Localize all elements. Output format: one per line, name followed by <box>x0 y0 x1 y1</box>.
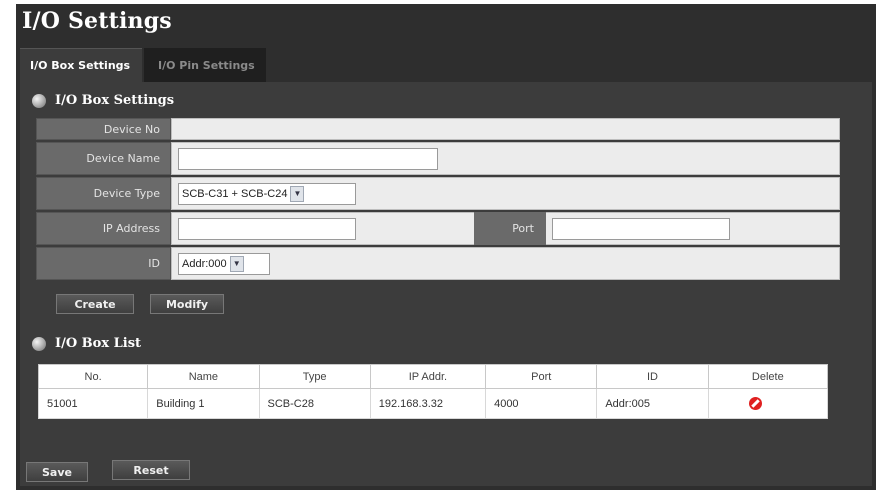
device-no-label: Device No <box>36 118 171 140</box>
device-type-label: Device Type <box>36 177 171 210</box>
table-row[interactable]: 51001 Building 1 SCB-C28 192.168.3.32 40… <box>37 388 829 419</box>
cell-delete <box>707 388 829 419</box>
section-bullet-icon <box>32 336 46 351</box>
col-name: Name <box>147 364 260 389</box>
tab-io-box-settings[interactable]: I/O Box Settings <box>20 48 142 82</box>
id-selected: Addr:000 <box>182 257 227 270</box>
col-port: Port <box>485 364 598 389</box>
id-row: ID Addr:000 ▼ <box>36 247 840 280</box>
cell-ip: 192.168.3.32 <box>369 388 487 419</box>
device-name-row: Device Name <box>36 142 840 175</box>
device-no-row: Device No <box>36 118 840 140</box>
cell-id: Addr:005 <box>596 388 709 419</box>
box-settings-title: I/O Box Settings <box>55 93 175 108</box>
id-select[interactable]: Addr:000 ▼ <box>178 252 270 275</box>
tab-bar: I/O Box Settings I/O Pin Settings <box>20 48 266 82</box>
chevron-down-icon[interactable]: ▼ <box>290 185 305 202</box>
tab-io-pin-settings[interactable]: I/O Pin Settings <box>144 48 266 82</box>
reset-button[interactable]: Reset <box>112 460 190 480</box>
cell-name: Building 1 <box>147 388 260 419</box>
page-title: I/O Settings <box>22 8 172 34</box>
box-list-header: I/O Box List <box>32 336 141 351</box>
port-input[interactable] <box>552 217 730 240</box>
cell-type: SCB-C28 <box>258 388 371 419</box>
save-button[interactable]: Save <box>26 462 88 482</box>
device-name-label: Device Name <box>36 142 171 175</box>
create-button[interactable]: Create <box>56 294 134 314</box>
ip-address-label: IP Address <box>36 212 171 245</box>
io-settings-panel: I/O Settings I/O Box Settings I/O Pin Se… <box>16 4 876 490</box>
modify-button[interactable]: Modify <box>150 294 224 314</box>
box-settings-form: Device No Device Name Device Type SCB-C3… <box>36 118 840 282</box>
port-label: Port <box>474 212 546 245</box>
box-settings-header: I/O Box Settings <box>32 93 174 108</box>
device-type-selected: SCB-C31 + SCB-C24 <box>182 187 288 200</box>
device-no-value <box>171 118 840 140</box>
box-list-title: I/O Box List <box>55 336 142 351</box>
device-type-row: Device Type SCB-C31 + SCB-C24 ▼ <box>36 177 840 210</box>
id-label: ID <box>36 247 171 280</box>
cell-no: 51001 <box>37 388 149 419</box>
col-no: No. <box>37 364 149 389</box>
ip-address-row: IP Address Port <box>36 212 840 245</box>
ip-address-input[interactable] <box>178 217 356 240</box>
col-delete: Delete <box>707 364 829 389</box>
tab-content: I/O Box Settings Device No Device Name D… <box>20 82 872 486</box>
section-bullet-icon <box>32 93 46 108</box>
device-type-select[interactable]: SCB-C31 + SCB-C24 ▼ <box>178 182 356 205</box>
cell-port: 4000 <box>485 388 598 419</box>
box-list-table: No. Name Type IP Addr. Port ID Delete 51… <box>37 364 829 419</box>
chevron-down-icon[interactable]: ▼ <box>229 255 244 272</box>
device-name-input[interactable] <box>178 147 438 170</box>
table-header-row: No. Name Type IP Addr. Port ID Delete <box>37 364 829 389</box>
delete-icon[interactable] <box>749 397 763 410</box>
col-id: ID <box>596 364 709 389</box>
col-type: Type <box>258 364 371 389</box>
col-ip-addr: IP Addr. <box>369 364 487 389</box>
